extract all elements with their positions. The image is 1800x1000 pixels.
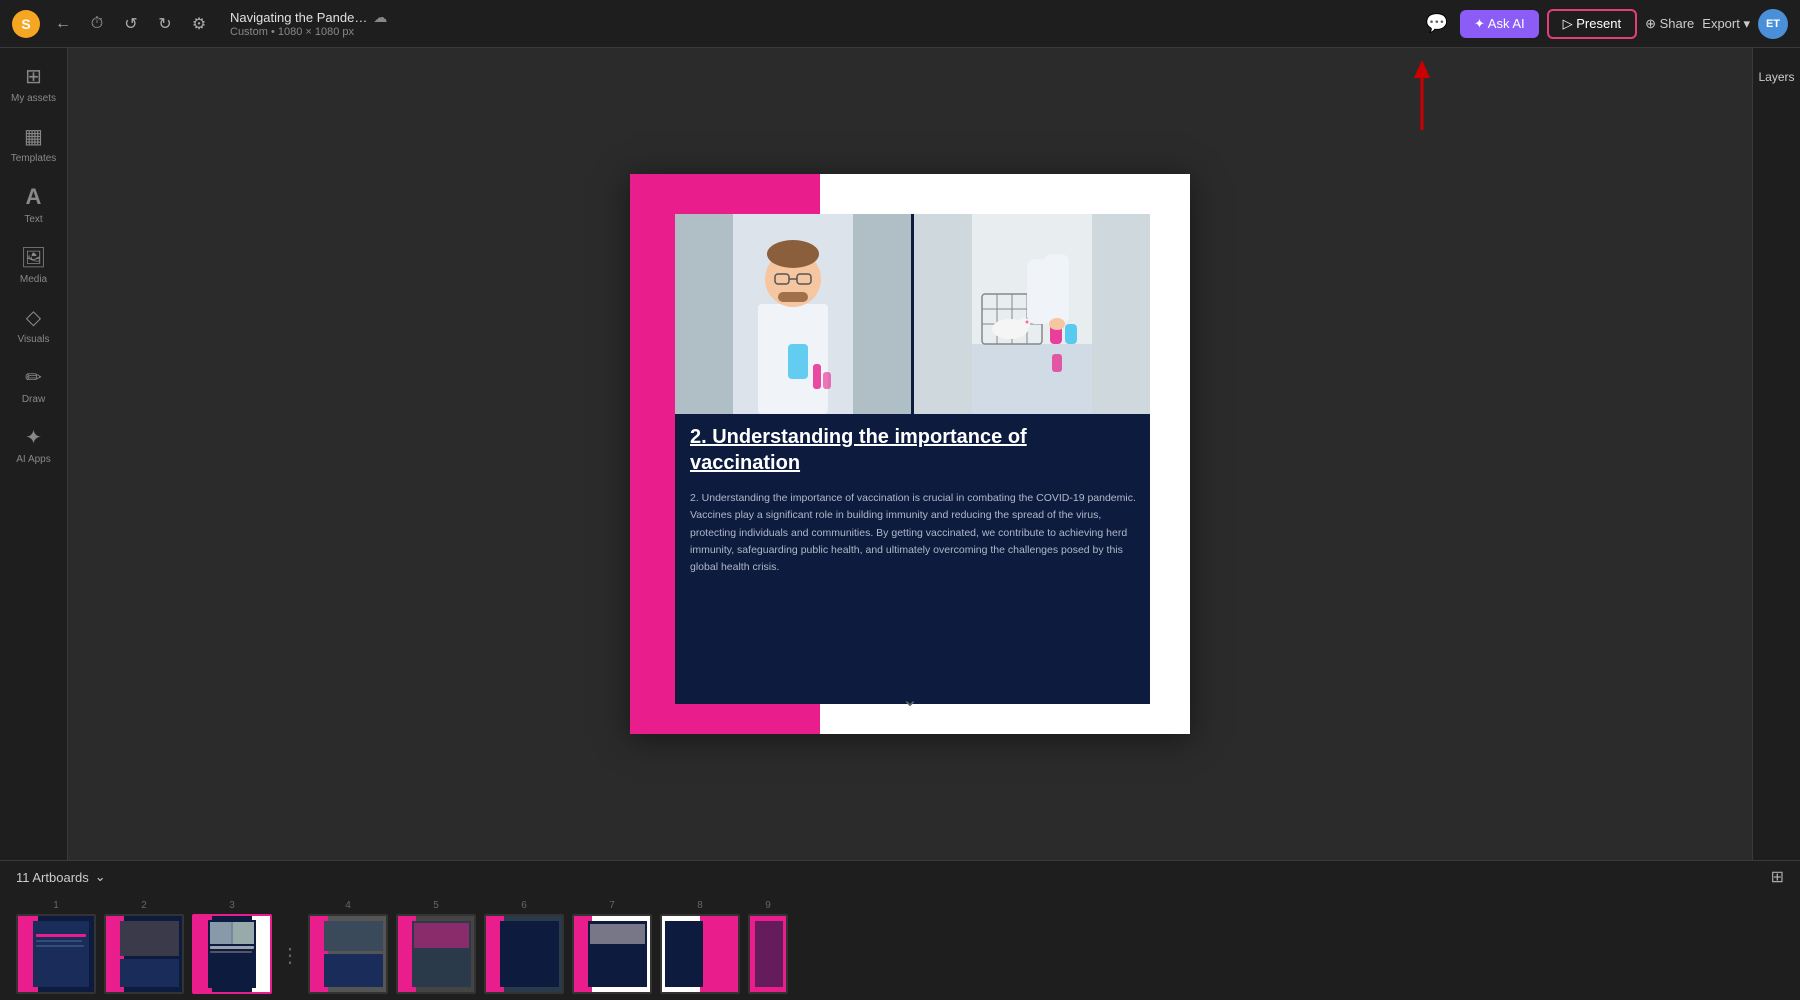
layers-panel: Layers <box>1750 56 1800 88</box>
chat-button[interactable]: 💬 <box>1422 9 1452 39</box>
thumbnail-more-options[interactable]: ⋮ <box>280 943 300 968</box>
history-button[interactable]: ⏱ <box>82 9 112 39</box>
thumbnail-8[interactable]: 8 <box>660 900 740 994</box>
thumbnail-img-9[interactable] <box>748 914 788 994</box>
app-logo[interactable]: S <box>12 10 40 38</box>
settings-button[interactable]: ⚙ <box>184 9 214 39</box>
text-icon: A <box>26 184 42 210</box>
ask-ai-button[interactable]: ✦ Ask AI <box>1460 10 1539 38</box>
slide-title: 2. Understanding the importance of vacci… <box>690 424 1140 476</box>
thumbnail-img-3[interactable] <box>192 914 272 994</box>
thumbnail-img-1[interactable] <box>16 914 96 994</box>
thumbnail-7[interactable]: 7 <box>572 900 652 994</box>
thumbnail-img-6[interactable] <box>484 914 564 994</box>
bottom-bar: 11 Artboards ⌄ ⊞ 1 2 <box>0 860 1800 1000</box>
artboards-label: 11 Artboards <box>16 870 89 885</box>
share-button[interactable]: ⊕ Share <box>1645 16 1694 32</box>
thumbnail-5[interactable]: 5 <box>396 900 476 994</box>
templates-icon: ▦ <box>24 124 43 149</box>
left-sidebar: ⊞ My assets ▦ Templates A Text 🖼 Media ◇… <box>0 48 68 860</box>
main-area: ⊞ My assets ▦ Templates A Text 🖼 Media ◇… <box>0 48 1800 860</box>
thumbnail-1[interactable]: 1 <box>16 900 96 994</box>
sidebar-item-visuals[interactable]: ◇ Visuals <box>4 297 64 353</box>
assets-icon: ⊞ <box>25 64 42 89</box>
slide-dark-area: 2. Understanding the importance of vacci… <box>675 214 1150 704</box>
sidebar-item-text[interactable]: A Text <box>4 176 64 233</box>
draw-icon: ✏ <box>25 365 42 390</box>
export-button[interactable]: Export ▾ <box>1702 16 1750 32</box>
layers-button[interactable]: Layers <box>1750 66 1800 88</box>
visuals-icon: ◇ <box>26 305 41 330</box>
thumbnail-2[interactable]: 2 <box>104 900 184 994</box>
slide-image-2 <box>914 214 1150 414</box>
canvas-chevron[interactable]: ⌄ <box>902 687 919 712</box>
media-icon: 🖼 <box>21 245 46 270</box>
topbar-right: 💬 ✦ Ask AI ▷ Present ⊕ Share Export ▾ ET <box>1422 9 1788 39</box>
cloud-save-icon: ☁ <box>373 9 387 26</box>
document-title: Navigating the Pande… ☁ <box>230 9 1414 26</box>
ai-apps-icon: ✦ <box>25 425 42 450</box>
redo-button[interactable]: ↻ <box>150 9 180 39</box>
slide-images-row <box>675 214 1150 414</box>
undo-button[interactable]: ↺ <box>116 9 146 39</box>
avatar[interactable]: ET <box>1758 9 1788 39</box>
back-button[interactable]: ← <box>48 9 78 39</box>
thumbnail-4[interactable]: 4 <box>308 900 388 994</box>
slide-body: 2. Understanding the importance of vacci… <box>690 490 1140 577</box>
thumbnail-img-2[interactable] <box>104 914 184 994</box>
sidebar-item-templates[interactable]: ▦ Templates <box>4 116 64 172</box>
thumbnail-img-7[interactable] <box>572 914 652 994</box>
thumbnails-row: 1 2 <box>0 893 1800 1000</box>
right-sidebar: Layers <box>1752 48 1800 860</box>
sidebar-item-media[interactable]: 🖼 Media <box>4 237 64 293</box>
nav-icons: ← ⏱ ↺ ↻ ⚙ <box>48 9 214 39</box>
topbar: S ← ⏱ ↺ ↻ ⚙ Navigating the Pande… ☁ Cust… <box>0 0 1800 48</box>
thumbnail-3[interactable]: 3 <box>192 900 272 994</box>
slide-image-1 <box>675 214 911 414</box>
canvas-area[interactable]: 2. Understanding the importance of vacci… <box>68 48 1752 860</box>
document-subtitle: Custom • 1080 × 1080 px <box>230 26 1414 38</box>
sidebar-item-my-assets[interactable]: ⊞ My assets <box>4 56 64 112</box>
arrow-annotation <box>1402 60 1442 145</box>
present-button[interactable]: ▷ Present <box>1547 9 1637 39</box>
artboards-grid-icon[interactable]: ⊞ <box>1771 867 1784 887</box>
sidebar-item-ai-apps[interactable]: ✦ AI Apps <box>4 417 64 473</box>
thumbnail-9[interactable]: 9 <box>748 900 788 994</box>
slide-title-area: 2. Understanding the importance of vacci… <box>690 424 1140 577</box>
thumbnail-6[interactable]: 6 <box>484 900 564 994</box>
slide-canvas: 2. Understanding the importance of vacci… <box>630 174 1190 734</box>
thumbnail-img-5[interactable] <box>396 914 476 994</box>
artboards-header: 11 Artboards ⌄ ⊞ <box>0 861 1800 893</box>
artboards-chevron-icon: ⌄ <box>95 869 106 885</box>
artboards-toggle[interactable]: 11 Artboards ⌄ <box>16 869 106 885</box>
sidebar-item-draw[interactable]: ✏ Draw <box>4 357 64 413</box>
title-area: Navigating the Pande… ☁ Custom • 1080 × … <box>230 9 1414 38</box>
thumbnail-img-8[interactable] <box>660 914 740 994</box>
thumbnail-img-4[interactable] <box>308 914 388 994</box>
